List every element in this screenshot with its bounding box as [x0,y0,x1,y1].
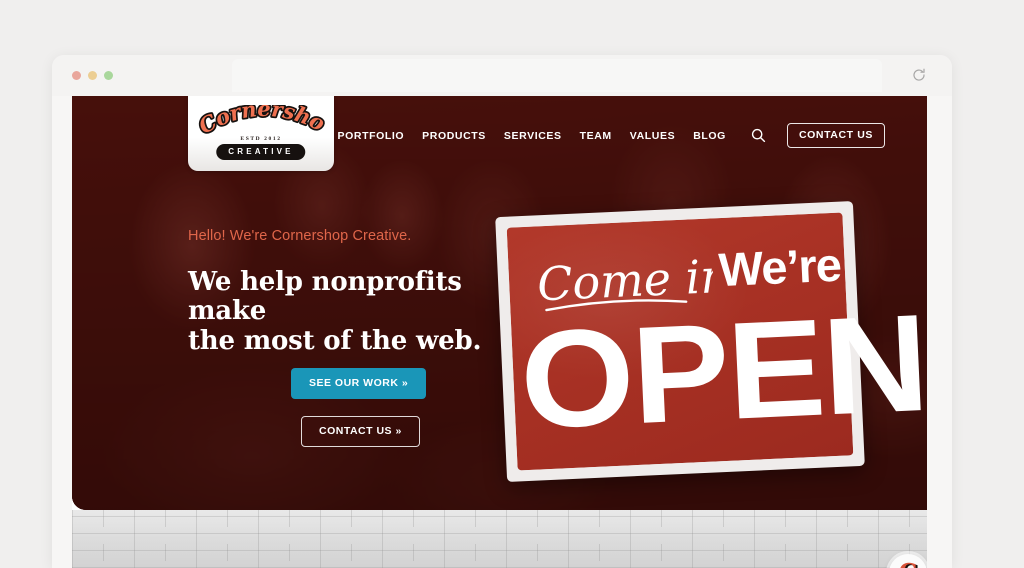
hero-section: Cornershop Cornershop ESTD 2012 CREATIVE… [72,96,927,510]
hero-contact-us-button[interactable]: CONTACT US » [301,416,420,447]
brick-wall-section [72,510,927,568]
open-sign-face: Come in We’re OPEN [506,212,927,471]
nav-item-products[interactable]: PRODUCTS [422,130,486,142]
browser-window: Cornershop Cornershop ESTD 2012 CREATIVE… [52,55,952,568]
brick-row [72,510,927,527]
window-minimize-button[interactable] [88,71,97,80]
hero-eyebrow-text: Hello! We're Cornershop Creative. [188,228,412,244]
nav-contact-us-button[interactable]: CONTACT US [786,123,885,148]
logo-creative-badge: CREATIVE [216,144,306,160]
hero-copy: Hello! We're Cornershop Creative. We hel… [188,228,548,356]
window-close-button[interactable] [72,71,81,80]
hero-headline: We help nonprofits make the most of the … [188,267,548,356]
nav-item-values[interactable]: VALUES [630,130,675,142]
nav-item-blog[interactable]: BLOG [693,130,726,142]
open-sign-open-text: OPEN [517,285,927,459]
main-navigation: PORTFOLIO PRODUCTS SERVICES TEAM VALUES … [338,123,885,148]
open-sign-graphic: Come in We’re OPEN [495,201,927,482]
hero-cta-group: SEE OUR WORK » CONTACT US » [188,368,528,447]
window-maximize-button[interactable] [104,71,113,80]
browser-titlebar [52,55,952,96]
site-header: Cornershop Cornershop ESTD 2012 CREATIVE… [72,96,927,174]
hero-headline-line-2: the most of the web. [188,325,482,356]
brick-row [72,544,927,561]
badge-letter-c: C [899,561,917,568]
site-logo[interactable]: Cornershop Cornershop ESTD 2012 CREATIVE [188,96,334,171]
open-sign-were-text: We’re [717,237,842,297]
nav-item-portfolio[interactable]: PORTFOLIO [338,130,405,142]
reload-icon[interactable] [911,67,927,83]
page-viewport: Cornershop Cornershop ESTD 2012 CREATIVE… [72,96,927,568]
logo-established-text: ESTD 2012 [240,136,282,142]
browser-tab-strip[interactable] [232,59,882,92]
see-our-work-button[interactable]: SEE OUR WORK » [291,368,427,399]
search-icon[interactable] [750,127,767,144]
hero-headline-line-1: We help nonprofits make [188,267,462,327]
svg-text:Cornershop: Cornershop [195,105,327,139]
nav-item-team[interactable]: TEAM [580,130,612,142]
nav-item-services[interactable]: SERVICES [504,130,562,142]
